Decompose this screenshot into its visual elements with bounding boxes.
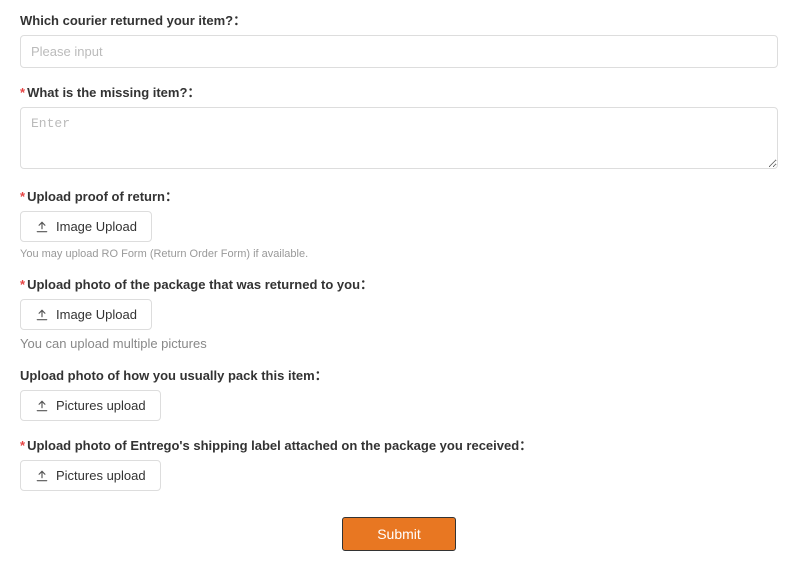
field-shipping-label: *Upload photo of Entrego's shipping labe…	[20, 435, 778, 491]
field-courier: Which courier returned your item?：	[20, 10, 778, 68]
pack-usual-upload-label: Pictures upload	[56, 398, 146, 413]
proof-label-text: Upload proof of return：	[27, 189, 178, 204]
upload-icon	[35, 308, 49, 322]
missing-item-textarea[interactable]	[20, 107, 778, 169]
package-returned-label-text: Upload photo of the package that was ret…	[27, 277, 373, 292]
field-package-returned: *Upload photo of the package that was re…	[20, 274, 778, 351]
package-returned-upload-button[interactable]: Image Upload	[20, 299, 152, 330]
field-proof-of-return: *Upload proof of return： Image Upload Yo…	[20, 186, 778, 260]
shipping-label-label: *Upload photo of Entrego's shipping labe…	[20, 435, 778, 454]
submit-section: Submit	[20, 517, 778, 551]
package-returned-upload-label: Image Upload	[56, 307, 137, 322]
pack-usual-label-text: Upload photo of how you usually pack thi…	[20, 368, 328, 383]
shipping-label-upload-label: Pictures upload	[56, 468, 146, 483]
submit-button[interactable]: Submit	[342, 517, 456, 551]
missing-label: *What is the missing item?：	[20, 82, 778, 101]
courier-label: Which courier returned your item?：	[20, 10, 778, 29]
field-missing-item: *What is the missing item?：	[20, 82, 778, 172]
package-returned-hint: You can upload multiple pictures	[20, 336, 778, 351]
pack-usual-label: Upload photo of how you usually pack thi…	[20, 365, 778, 384]
required-star-icon: *	[20, 277, 25, 292]
missing-label-text: What is the missing item?：	[27, 85, 200, 100]
required-star-icon: *	[20, 85, 25, 100]
upload-icon	[35, 469, 49, 483]
pack-usual-upload-button[interactable]: Pictures upload	[20, 390, 161, 421]
proof-label: *Upload proof of return：	[20, 186, 778, 205]
proof-upload-label: Image Upload	[56, 219, 137, 234]
proof-upload-button[interactable]: Image Upload	[20, 211, 152, 242]
package-returned-label: *Upload photo of the package that was re…	[20, 274, 778, 293]
shipping-label-upload-button[interactable]: Pictures upload	[20, 460, 161, 491]
field-pack-usual: Upload photo of how you usually pack thi…	[20, 365, 778, 421]
shipping-label-label-text: Upload photo of Entrego's shipping label…	[27, 438, 532, 453]
upload-icon	[35, 220, 49, 234]
required-star-icon: *	[20, 438, 25, 453]
courier-input[interactable]	[20, 35, 778, 68]
courier-label-text: Which courier returned your item?：	[20, 13, 246, 28]
required-star-icon: *	[20, 189, 25, 204]
upload-icon	[35, 399, 49, 413]
proof-hint: You may upload RO Form (Return Order For…	[20, 248, 778, 260]
